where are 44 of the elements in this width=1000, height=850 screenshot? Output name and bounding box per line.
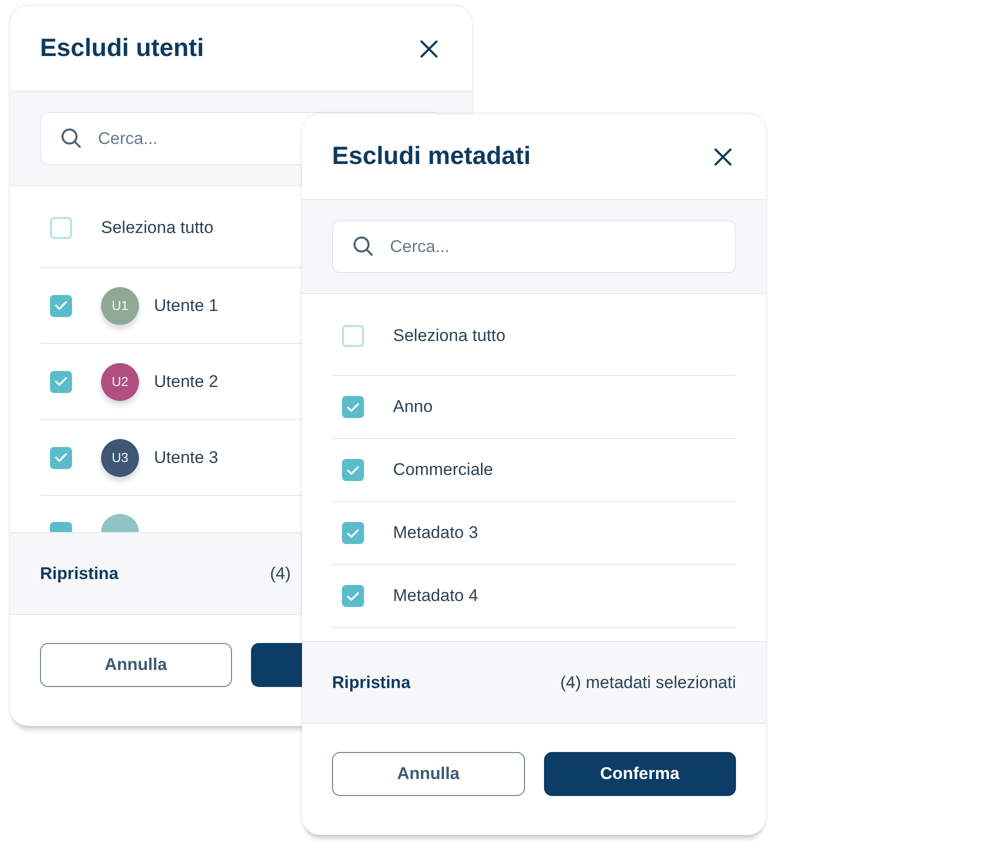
checkbox[interactable] [342, 459, 364, 481]
confirm-button[interactable]: Conferma [544, 752, 736, 796]
checkbox[interactable] [342, 522, 364, 544]
checkmark-icon [347, 528, 359, 538]
selection-count: (4) [270, 564, 291, 584]
item-label: Metadato 3 [393, 523, 478, 543]
checkbox[interactable] [342, 585, 364, 607]
select-all-label: Seleziona tutto [101, 218, 214, 238]
user-name: Utente 3 [154, 448, 218, 468]
checkbox[interactable] [50, 216, 72, 238]
item-label: Commerciale [393, 460, 494, 480]
avatar: U3 [101, 438, 139, 476]
checkmark-icon [55, 453, 67, 462]
checkbox[interactable] [342, 396, 364, 418]
reset-link[interactable]: Ripristina [332, 672, 410, 692]
selection-count: (4) metadati selezionati [560, 672, 736, 692]
cancel-button[interactable]: Annulla [332, 752, 524, 796]
search-field[interactable]: Cerca... [332, 220, 736, 273]
close-icon [714, 148, 732, 166]
avatar: U2 [101, 362, 139, 400]
item-label: Anno [393, 397, 433, 417]
checkbox[interactable] [50, 522, 72, 532]
search-icon [61, 128, 81, 148]
checkbox[interactable] [50, 370, 72, 392]
dialog-title: Escludi utenti [40, 34, 204, 63]
user-name: Utente 1 [154, 296, 218, 316]
search-icon [353, 236, 373, 256]
close-button[interactable] [714, 148, 732, 166]
select-all-label: Seleziona tutto [393, 326, 506, 346]
item-label: Metadato 4 [393, 586, 478, 606]
cancel-button[interactable]: Annulla [40, 643, 232, 687]
close-button[interactable] [420, 40, 438, 58]
checkbox[interactable] [50, 446, 72, 468]
reset-link[interactable]: Ripristina [40, 564, 118, 584]
checkbox[interactable] [50, 294, 72, 316]
user-name: Utente 2 [154, 372, 218, 392]
checkmark-icon [55, 301, 67, 310]
checkbox[interactable] [342, 324, 364, 346]
checkmark-icon [347, 466, 359, 474]
checkmark-icon [347, 592, 359, 600]
checkmark-icon [55, 377, 67, 386]
checkmark-icon [347, 402, 359, 412]
close-icon [420, 40, 438, 58]
avatar: U1 [101, 286, 139, 324]
